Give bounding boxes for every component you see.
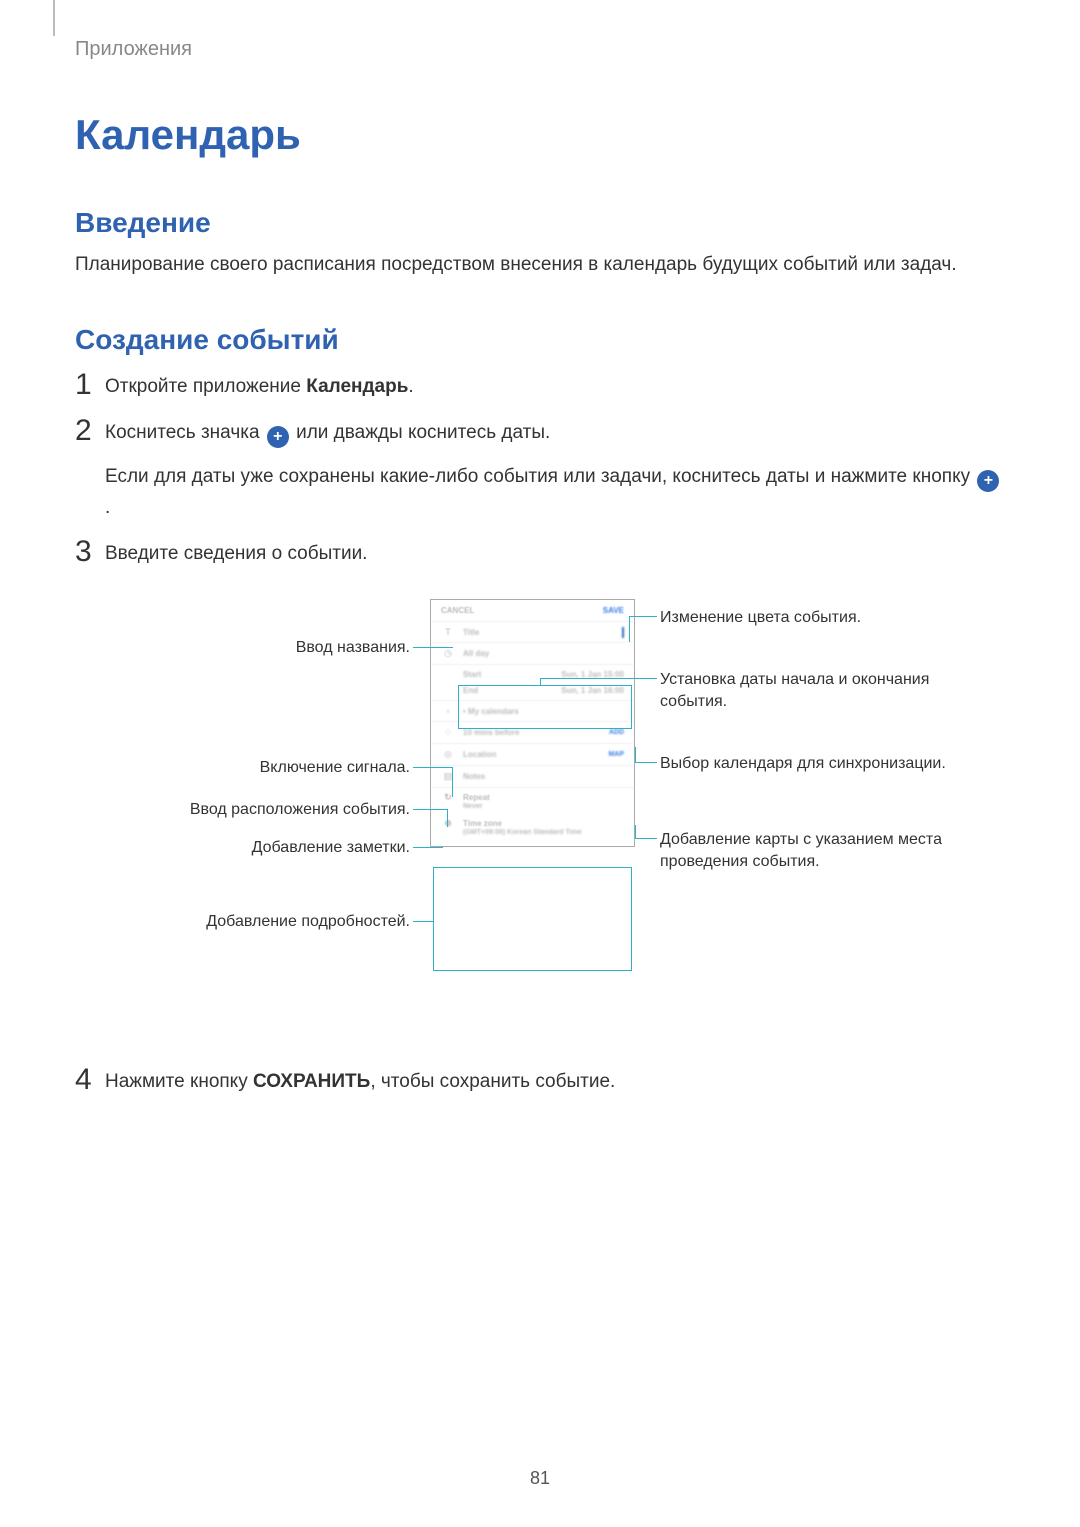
step-body: Коснитесь значка + или дважды коснитесь … xyxy=(105,414,1005,523)
lead-line xyxy=(635,747,636,763)
step-number: 3 xyxy=(75,535,105,568)
bell-icon: ♢ xyxy=(441,727,455,738)
repeat-value: Never xyxy=(441,803,624,810)
start-label: Start xyxy=(463,670,481,679)
event-editor-diagram: CANCEL SAVE T Title ◷ All day Start Sun,… xyxy=(75,599,1005,1039)
timezone-label: Time zone xyxy=(463,819,502,828)
step-text: Нажмите кнопку xyxy=(105,1071,253,1092)
step-2: 2 Коснитесь значка + или дважды коснитес… xyxy=(75,414,1005,523)
phone-location-row: ◎ Location MAP xyxy=(431,744,634,766)
plus-icon: + xyxy=(267,426,289,448)
steps-list: 1 Откройте приложение Календарь. 2 Косни… xyxy=(75,368,1005,570)
callout-alarm: Включение сигнала. xyxy=(75,757,410,779)
section-heading-create: Создание событий xyxy=(75,324,1005,356)
callout-title: Ввод названия. xyxy=(75,637,410,659)
breadcrumb: Приложения xyxy=(75,38,1005,61)
color-square xyxy=(622,627,624,638)
steps-list-continued: 4 Нажмите кнопку СОХРАНИТЬ, чтобы сохран… xyxy=(75,1063,1005,1097)
step-body: Введите сведения о событии. xyxy=(105,535,1005,569)
step-1: 1 Откройте приложение Календарь. xyxy=(75,368,1005,402)
callout-notes: Добавление заметки. xyxy=(75,837,410,859)
callout-color: Изменение цвета события. xyxy=(660,607,980,629)
clock-icon: ◷ xyxy=(441,648,455,659)
notes-label: Notes xyxy=(463,772,485,781)
step-text: Откройте приложение xyxy=(105,376,306,397)
phone-timezone-block: ⊕ Time zone (GMT+09:00) Korean Standard T… xyxy=(431,814,634,846)
step-text: . xyxy=(105,497,110,518)
phone-notes-row: ▤ Notes xyxy=(431,766,634,788)
lead-line xyxy=(540,678,541,686)
lead-line xyxy=(629,616,657,617)
map-button-label: MAP xyxy=(608,751,624,758)
lead-line xyxy=(452,767,453,797)
page-title: Календарь xyxy=(75,111,1005,159)
lead-line xyxy=(540,678,657,679)
lead-line xyxy=(413,647,453,648)
section-heading-intro: Введение xyxy=(75,207,1005,239)
callout-map: Добавление карты с указанием места прове… xyxy=(660,829,980,872)
calendar-icon: ▫ xyxy=(441,706,455,716)
timezone-value: (GMT+09:00) Korean Standard Time xyxy=(441,829,624,836)
step-number: 4 xyxy=(75,1063,105,1096)
highlight-box-dates xyxy=(458,685,632,729)
callout-location: Ввод расположения события. xyxy=(75,799,410,821)
step-number: 2 xyxy=(75,414,105,447)
step-3: 3 Введите сведения о событии. xyxy=(75,535,1005,569)
app-name-bold: Календарь xyxy=(306,376,408,397)
plus-icon: + xyxy=(977,470,999,492)
page-number: 81 xyxy=(0,1468,1080,1489)
step-number: 1 xyxy=(75,368,105,401)
callout-dates: Установка даты начала и окончания событи… xyxy=(660,669,980,712)
text-icon: T xyxy=(441,627,455,637)
lead-line xyxy=(629,616,630,642)
phone-header: CANCEL SAVE xyxy=(431,600,634,622)
add-reminder-label: ADD xyxy=(609,729,624,736)
step-4: 4 Нажмите кнопку СОХРАНИТЬ, чтобы сохран… xyxy=(75,1063,1005,1097)
document-page: Приложения Календарь Введение Планирован… xyxy=(0,0,1080,1098)
allday-label: All day xyxy=(463,649,489,658)
callout-details: Добавление подробностей. xyxy=(75,911,410,933)
phone-allday-row: ◷ All day xyxy=(431,643,634,665)
lead-line xyxy=(635,762,657,763)
globe-icon: ⊕ xyxy=(441,818,455,829)
step-text: Коснитесь значка xyxy=(105,422,265,443)
lead-line xyxy=(635,825,636,839)
step-text: или дважды коснитесь даты. xyxy=(291,422,550,443)
step-text: , чтобы сохранить событие. xyxy=(370,1071,615,1092)
pin-icon: ◎ xyxy=(441,749,455,760)
lead-line xyxy=(413,921,433,922)
location-label: Location xyxy=(463,750,496,759)
intro-text: Планирование своего расписания посредств… xyxy=(75,251,1005,280)
title-placeholder: Title xyxy=(463,628,479,637)
lead-line xyxy=(635,838,657,839)
lead-line xyxy=(413,767,453,768)
step-body: Нажмите кнопку СОХРАНИТЬ, чтобы сохранит… xyxy=(105,1063,1005,1097)
highlight-box-details xyxy=(433,867,632,971)
callout-calendar: Выбор календаря для синхронизации. xyxy=(660,753,980,775)
cancel-label: CANCEL xyxy=(441,606,474,615)
page-divider xyxy=(53,0,55,36)
repeat-label: Repeat xyxy=(463,793,490,802)
lead-line xyxy=(413,809,448,810)
reminder-label: 10 mins before xyxy=(463,728,519,737)
step-text: . xyxy=(408,376,413,397)
phone-repeat-block: ↻Repeat Never xyxy=(431,788,634,814)
phone-title-row: T Title xyxy=(431,622,634,643)
lead-line xyxy=(447,809,448,827)
lead-line xyxy=(413,847,443,848)
save-label: SAVE xyxy=(603,606,624,615)
step-body: Откройте приложение Календарь. xyxy=(105,368,1005,402)
step-text: Если для даты уже сохранены какие-либо с… xyxy=(105,466,975,487)
save-bold: СОХРАНИТЬ xyxy=(253,1071,370,1092)
